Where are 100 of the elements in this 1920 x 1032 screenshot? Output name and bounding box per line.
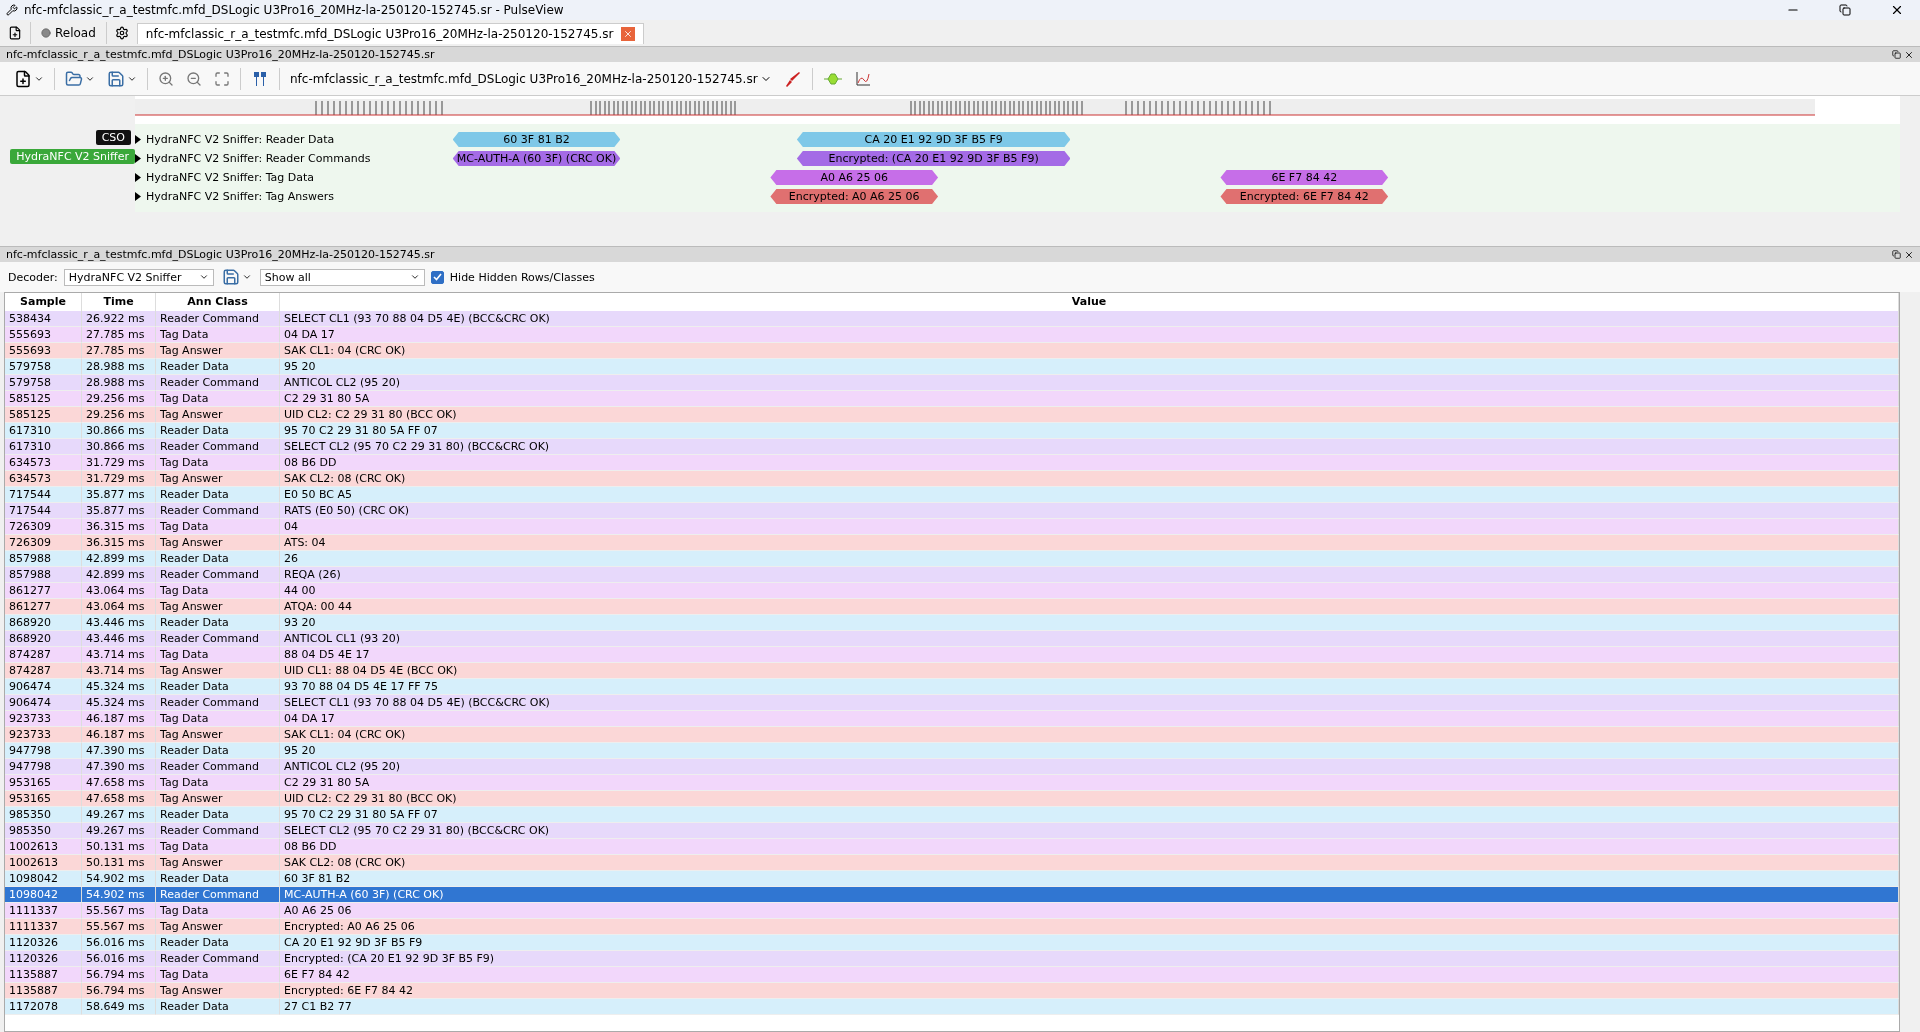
- table-cell: 35.877 ms: [82, 487, 156, 503]
- table-cell: 43.446 ms: [82, 631, 156, 647]
- restore-icon: [1839, 4, 1851, 16]
- table-cell: 31.729 ms: [82, 455, 156, 471]
- table-cell: 27.785 ms: [82, 327, 156, 343]
- table-cell: 46.187 ms: [82, 727, 156, 743]
- session-tab[interactable]: nfc-mfclassic_r_a_testmfc.mfd_DSLogic U3Pro16_20MHz-la-250120-152745.sr: [136, 22, 645, 44]
- table-cell: Tag Answer: [156, 599, 280, 615]
- new-file-icon: [8, 26, 22, 40]
- table-cell: 1135887: [5, 967, 82, 983]
- table-cell: 985350: [5, 823, 82, 839]
- trace-label[interactable]: HydraNFC V2 Sniffer: Reader Commands: [144, 152, 371, 165]
- settings-icon: [114, 26, 129, 40]
- table-cell: SAK CL1: 04 (CRC OK): [280, 727, 1899, 743]
- reload-button[interactable]: Reload: [37, 24, 100, 42]
- table-cell: Tag Answer: [156, 855, 280, 871]
- table-cell: Reader Data: [156, 359, 280, 375]
- expand-arrow-icon[interactable]: [135, 192, 141, 201]
- table-cell: Tag Answer: [156, 983, 280, 999]
- checkbox-label[interactable]: Hide Hidden Rows/Classes: [449, 270, 595, 284]
- expand-arrow-icon[interactable]: [135, 154, 141, 163]
- filter-dropdown[interactable]: Show all: [259, 268, 425, 286]
- table-cell: MC-AUTH-A (60 3F) (CRC OK): [280, 887, 1899, 903]
- table-cell: 45.324 ms: [82, 679, 156, 695]
- annotation[interactable]: Encrypted: (CA 20 E1 92 9D 3F B5 F9): [796, 151, 1071, 166]
- annotation[interactable]: A0 A6 25 06: [770, 170, 939, 185]
- table-cell: 26.922 ms: [82, 311, 156, 327]
- table-cell: Reader Data: [156, 871, 280, 887]
- annotation[interactable]: Encrypted: A0 A6 25 06: [770, 189, 939, 204]
- table-cell: 923733: [5, 727, 82, 743]
- close-icon: [1890, 3, 1904, 17]
- table-cell: 861277: [5, 583, 82, 599]
- tab-close-button[interactable]: [621, 26, 636, 41]
- float-icon[interactable]: [1891, 250, 1901, 259]
- table-cell: 857988: [5, 551, 82, 567]
- table-cell: Reader Data: [156, 999, 280, 1015]
- annotation[interactable]: 60 3F 81 B2: [452, 132, 621, 147]
- table-cell: Reader Command: [156, 695, 280, 711]
- chart-icon: [854, 70, 871, 87]
- table-cell: Tag Answer: [156, 919, 280, 935]
- caret-icon: [409, 272, 420, 282]
- table-cell: UID CL2: C2 29 31 80 (BCC OK): [280, 407, 1899, 423]
- trace-label[interactable]: HydraNFC V2 Sniffer: Tag Data: [144, 171, 315, 184]
- table-cell: Reader Command: [156, 503, 280, 519]
- trace-label[interactable]: HydraNFC V2 Sniffer: Tag Answers: [144, 190, 335, 203]
- annotation[interactable]: 6E F7 84 42: [1220, 170, 1389, 185]
- annotation[interactable]: CA 20 E1 92 9D 3F B5 F9: [796, 132, 1071, 147]
- table-cell: 56.794 ms: [82, 983, 156, 999]
- table-cell: 717544: [5, 487, 82, 503]
- annotation[interactable]: Encrypted: 6E F7 84 42: [1220, 189, 1389, 204]
- close-icon[interactable]: [1904, 49, 1914, 60]
- table-cell: 46.187 ms: [82, 711, 156, 727]
- table-cell: 47.658 ms: [82, 775, 156, 791]
- decoder-icon: [822, 71, 843, 86]
- table-cell: Reader Data: [156, 615, 280, 631]
- table-cell: Reader Command: [156, 311, 280, 327]
- table-cell: 874287: [5, 663, 82, 679]
- table-cell: Encrypted: A0 A6 25 06: [280, 919, 1899, 935]
- circle-icon: [41, 28, 51, 38]
- table-cell: 36.315 ms: [82, 535, 156, 551]
- table-cell: ANTICOL CL2 (95 20): [280, 759, 1899, 775]
- table-cell: Tag Answer: [156, 407, 280, 423]
- table-cell: Tag Answer: [156, 663, 280, 679]
- decoder-label: Decoder:: [8, 270, 58, 284]
- table-cell: 617310: [5, 423, 82, 439]
- checkbox[interactable]: [430, 270, 444, 284]
- device-selector[interactable]: nfc-mfclassic_r_a_testmfc.mfd_DSLogic U3Pro16_20MHz-la-250120-152745.sr: [288, 69, 774, 88]
- table-cell: 04 DA 17: [280, 711, 1899, 727]
- table-cell: Tag Answer: [156, 343, 280, 359]
- float-icon[interactable]: [1891, 50, 1901, 59]
- decoder-dropdown[interactable]: HydraNFC V2 Sniffer: [63, 268, 214, 286]
- table-cell: 585125: [5, 407, 82, 423]
- table-cell: 54.902 ms: [82, 871, 156, 887]
- signal-label[interactable]: CSO: [95, 130, 131, 145]
- table-cell: SELECT CL2 (95 70 C2 29 31 80) (BCC&CRC OK): [280, 823, 1899, 839]
- table-cell: 923733: [5, 711, 82, 727]
- annotation[interactable]: MC-AUTH-A (60 3F) (CRC OK): [452, 151, 621, 166]
- table-cell: Encrypted: (CA 20 E1 92 9D 3F B5 F9): [280, 951, 1899, 967]
- expand-arrow-icon[interactable]: [135, 135, 141, 144]
- new-file-icon: [14, 69, 32, 88]
- table-cell: 56.016 ms: [82, 935, 156, 951]
- expand-arrow-icon[interactable]: [135, 173, 141, 182]
- close-icon[interactable]: [1904, 249, 1914, 260]
- table-cell: 634573: [5, 455, 82, 471]
- close-icon: [623, 28, 634, 39]
- table-cell: Tag Data: [156, 967, 280, 983]
- table-cell: 50.131 ms: [82, 839, 156, 855]
- table-cell: Tag Data: [156, 519, 280, 535]
- table-cell: 726309: [5, 535, 82, 551]
- table-cell: 26: [280, 551, 1899, 567]
- table-cell: 28.988 ms: [82, 375, 156, 391]
- table-cell: 43.064 ms: [82, 599, 156, 615]
- table-cell: 27.785 ms: [82, 343, 156, 359]
- table-cell: Tag Data: [156, 583, 280, 599]
- trace-label[interactable]: HydraNFC V2 Sniffer: Reader Data: [144, 133, 335, 146]
- window-title: nfc-mfclassic_r_a_testmfc.mfd_DSLogic U3Pro16_20MHz-la-250120-152745.sr - PulseView: [24, 3, 565, 17]
- table-cell: Tag Data: [156, 775, 280, 791]
- table-cell: Tag Data: [156, 647, 280, 663]
- table-cell: 93 20: [280, 615, 1899, 631]
- table-cell: 906474: [5, 695, 82, 711]
